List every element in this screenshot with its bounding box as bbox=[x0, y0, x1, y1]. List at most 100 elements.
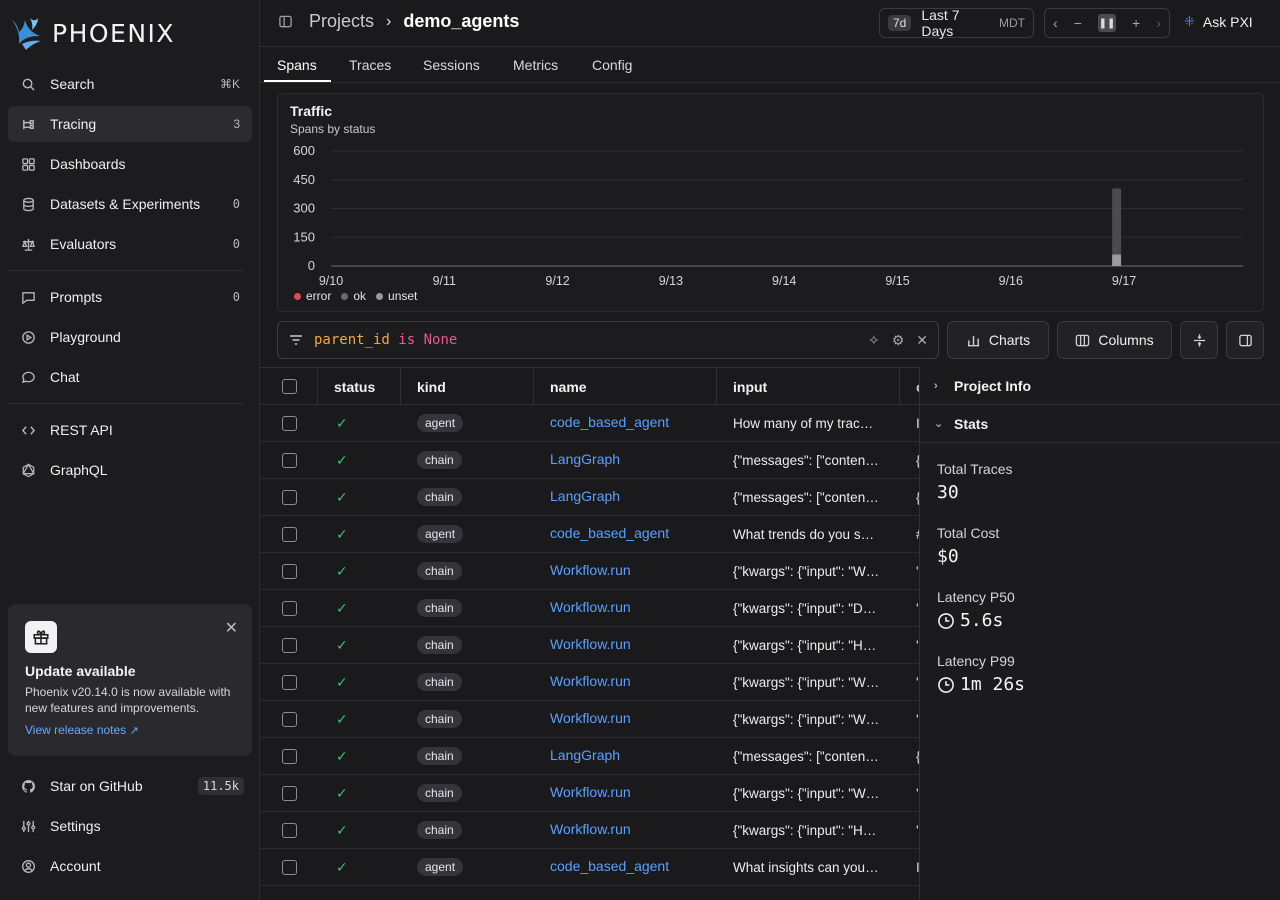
accordion-stats[interactable]: ⌄ Stats bbox=[920, 405, 1280, 443]
table-row[interactable]: ✓ chain Workflow.run {"kwargs": {"input": "… bbox=[260, 812, 920, 849]
columns-button[interactable]: Columns bbox=[1057, 321, 1172, 359]
sidebar-item-graphql[interactable]: GraphQL bbox=[8, 452, 252, 488]
table-row[interactable]: ✓ chain Workflow.run {"kwargs": {"input": "… bbox=[260, 553, 920, 590]
tab-config[interactable]: Config bbox=[592, 57, 632, 73]
row-checkbox[interactable] bbox=[282, 637, 297, 653]
span-name-link[interactable]: Workflow.run bbox=[550, 636, 631, 652]
row-checkbox[interactable] bbox=[282, 563, 297, 579]
panel-toggle-button[interactable] bbox=[1226, 321, 1264, 359]
bar-unset[interactable] bbox=[1112, 254, 1122, 267]
select-all-checkbox[interactable] bbox=[282, 379, 297, 394]
row-checkbox[interactable] bbox=[282, 711, 297, 727]
span-name-link[interactable]: Workflow.run bbox=[550, 821, 631, 837]
span-name-link[interactable]: Workflow.run bbox=[550, 784, 631, 800]
span-name-link[interactable]: LangGraph bbox=[550, 747, 620, 763]
sparkle-icon[interactable]: ✧ bbox=[868, 332, 880, 349]
table-row[interactable]: ✓chainLangGraph{"messages": ["conten…{ bbox=[260, 479, 920, 516]
column-header-input[interactable]: input bbox=[717, 368, 900, 405]
play-circle-icon bbox=[20, 329, 36, 345]
table-row[interactable]: ✓ agent code_based_agent What trends do you… bbox=[260, 516, 920, 553]
row-checkbox[interactable] bbox=[282, 822, 297, 838]
row-density-button[interactable] bbox=[1180, 321, 1218, 359]
chevron-left-icon[interactable]: ‹ bbox=[1053, 15, 1058, 31]
sidebar-item-playground[interactable]: Playground bbox=[8, 319, 252, 355]
x-tick-label: 9/12 bbox=[545, 274, 569, 288]
input-cell: {"kwargs": {"input": "H… bbox=[733, 627, 883, 663]
row-checkbox[interactable] bbox=[282, 859, 297, 875]
table-row[interactable]: ✓ chain Workflow.run {"kwargs": {"input": "… bbox=[260, 664, 920, 701]
name-cell: Workflow.run bbox=[550, 663, 631, 699]
span-filter-input[interactable]: parent_id is None ✧ ⚙ ✕ bbox=[277, 321, 939, 359]
column-header-name[interactable]: name bbox=[534, 368, 717, 405]
bar-ok[interactable] bbox=[1112, 188, 1122, 255]
span-name-link[interactable]: code_based_agent bbox=[550, 414, 669, 430]
span-name-link[interactable]: Workflow.run bbox=[550, 599, 631, 615]
span-name-link[interactable]: Workflow.run bbox=[550, 562, 631, 578]
row-checkbox[interactable] bbox=[282, 785, 297, 801]
row-checkbox[interactable] bbox=[282, 526, 297, 542]
minus-icon[interactable]: − bbox=[1074, 15, 1082, 31]
gear-icon[interactable]: ⚙ bbox=[892, 332, 905, 349]
row-checkbox[interactable] bbox=[282, 489, 297, 505]
columns-icon bbox=[1075, 333, 1090, 348]
kind-cell: chain bbox=[417, 812, 462, 848]
tab-sessions[interactable]: Sessions bbox=[423, 57, 480, 73]
legend-item[interactable]: ok bbox=[341, 289, 366, 303]
sidebar-item-search[interactable]: Search ⌘K bbox=[8, 66, 252, 102]
span-name-link[interactable]: LangGraph bbox=[550, 451, 620, 467]
sidebar-item-prompts[interactable]: Prompts 0 bbox=[8, 279, 252, 315]
table-row[interactable]: ✓ agent code_based_agent What insights can … bbox=[260, 849, 920, 886]
sidebar-item-evaluators[interactable]: Evaluators 0 bbox=[8, 226, 252, 262]
input-text: How many of my trac… bbox=[733, 415, 874, 431]
plus-icon[interactable]: + bbox=[1132, 15, 1140, 31]
span-name-link[interactable]: Workflow.run bbox=[550, 710, 631, 726]
sidebar-item-rest-api[interactable]: REST API bbox=[8, 412, 252, 448]
row-checkbox[interactable] bbox=[282, 452, 297, 468]
column-header-output[interactable]: o bbox=[900, 368, 920, 405]
column-header-kind[interactable]: kind bbox=[401, 368, 534, 405]
charts-button[interactable]: Charts bbox=[947, 321, 1049, 359]
tab-metrics[interactable]: Metrics bbox=[513, 57, 558, 73]
breadcrumb-projects[interactable]: Projects bbox=[309, 11, 374, 32]
sidebar-item-github[interactable]: Star on GitHub 11.5k bbox=[8, 768, 252, 804]
legend-dot bbox=[341, 292, 349, 300]
table-row[interactable]: ✓ chain Workflow.run {"kwargs": {"input": "… bbox=[260, 775, 920, 812]
time-range-picker[interactable]: 7d Last 7 Days MDT bbox=[879, 7, 1034, 39]
close-icon[interactable]: ✕ bbox=[225, 618, 238, 638]
sidebar-item-account[interactable]: Account bbox=[8, 848, 252, 884]
table-row[interactable]: ✓ chain Workflow.run {"kwargs": {"input": "… bbox=[260, 701, 920, 738]
tab-spans[interactable]: Spans bbox=[277, 57, 317, 73]
sidebar-item-chat[interactable]: Chat bbox=[8, 359, 252, 395]
column-header-status[interactable]: status bbox=[318, 368, 401, 405]
row-checkbox[interactable] bbox=[282, 415, 297, 431]
sidebar-item-settings[interactable]: Settings bbox=[8, 808, 252, 844]
sidebar-item-dashboards[interactable]: Dashboards bbox=[8, 146, 252, 182]
table-row[interactable]: ✓ agent code_based_agent How many of my tra… bbox=[260, 405, 920, 442]
close-icon[interactable]: ✕ bbox=[916, 332, 928, 349]
span-name-link[interactable]: code_based_agent bbox=[550, 858, 669, 874]
table-row[interactable]: ✓chainLangGraph{"messages": ["conten…{ bbox=[260, 442, 920, 479]
row-checkbox[interactable] bbox=[282, 748, 297, 764]
row-checkbox[interactable] bbox=[282, 600, 297, 616]
sidebar-item-datasets[interactable]: Datasets & Experiments 0 bbox=[8, 186, 252, 222]
tab-traces[interactable]: Traces bbox=[349, 57, 391, 73]
app-logo[interactable]: PHOENIX bbox=[10, 14, 175, 52]
chevron-right-icon[interactable]: › bbox=[1156, 15, 1161, 31]
ask-pxi-button[interactable]: ⁜ Ask PXI bbox=[1184, 14, 1253, 30]
legend-item[interactable]: unset bbox=[376, 289, 417, 303]
span-name-link[interactable]: code_based_agent bbox=[550, 525, 669, 541]
row-checkbox[interactable] bbox=[282, 674, 297, 690]
table-row[interactable]: ✓ chain Workflow.run {"kwargs": {"input": "… bbox=[260, 627, 920, 664]
sidebar-item-label: Account bbox=[50, 858, 101, 874]
span-name-link[interactable]: LangGraph bbox=[550, 488, 620, 504]
table-row[interactable]: ✓ chain Workflow.run {"kwargs": {"input": "… bbox=[260, 590, 920, 627]
legend-item[interactable]: error bbox=[294, 289, 331, 303]
accordion-project-info[interactable]: › Project Info bbox=[920, 367, 1280, 405]
sidebar-item-tracing[interactable]: Tracing 3 bbox=[8, 106, 252, 142]
pause-icon[interactable]: ❚❚ bbox=[1097, 14, 1116, 32]
span-name-link[interactable]: Workflow.run bbox=[550, 673, 631, 689]
sidebar-toggle-icon[interactable] bbox=[278, 14, 293, 29]
name-cell: Workflow.run bbox=[550, 774, 631, 810]
table-row[interactable]: ✓chainLangGraph{"messages": ["conten…{ bbox=[260, 738, 920, 775]
release-notes-link[interactable]: View release notes ↗ bbox=[25, 723, 139, 737]
